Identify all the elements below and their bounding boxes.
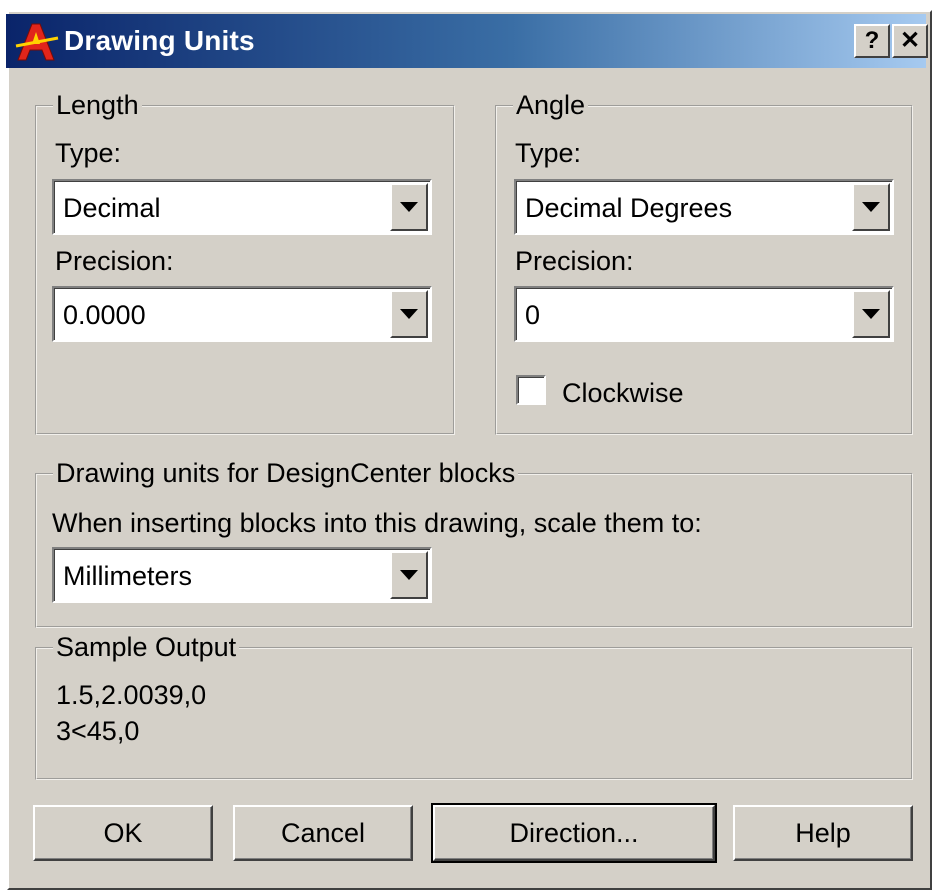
angle-precision-select[interactable]: 0 <box>514 286 894 342</box>
cancel-button[interactable]: Cancel <box>233 805 413 861</box>
length-type-dropdown-button[interactable] <box>390 183 428 231</box>
chevron-down-icon <box>862 202 880 212</box>
angle-type-select[interactable]: Decimal Degrees <box>514 179 894 235</box>
help-button[interactable]: Help <box>733 805 913 861</box>
angle-precision-value: 0 <box>525 300 541 330</box>
designcenter-units-value: Millimeters <box>63 561 193 591</box>
ok-button[interactable]: OK <box>33 805 213 861</box>
chevron-down-icon <box>400 309 418 319</box>
designcenter-group-label: Drawing units for DesignCenter blocks <box>56 458 516 488</box>
length-type-value: Decimal <box>63 193 161 223</box>
close-icon: ✕ <box>899 27 921 54</box>
angle-precision-dropdown-button[interactable] <box>852 290 890 338</box>
length-precision-value: 0.0000 <box>63 300 146 330</box>
chevron-down-icon <box>400 202 418 212</box>
clockwise-checkbox[interactable] <box>516 375 546 405</box>
designcenter-units-select[interactable]: Millimeters <box>52 547 432 603</box>
angle-type-label: Type: <box>515 138 582 168</box>
title-bar[interactable]: Drawing Units ? ✕ <box>6 14 928 68</box>
sample-output-line-1: 1.5,2.0039,0 <box>56 680 207 710</box>
designcenter-instruction: When inserting blocks into this drawing,… <box>52 508 702 538</box>
length-precision-label: Precision: <box>55 246 174 276</box>
length-group-label: Length <box>56 90 139 120</box>
angle-type-dropdown-button[interactable] <box>852 183 890 231</box>
length-type-select[interactable]: Decimal <box>52 179 432 235</box>
length-precision-select[interactable]: 0.0000 <box>52 286 432 342</box>
help-question-icon: ? <box>864 27 880 54</box>
autocad-app-icon <box>15 23 59 61</box>
angle-group-label: Angle <box>516 90 586 120</box>
clockwise-label[interactable]: Clockwise <box>562 378 684 409</box>
sample-output-line-2: 3<45,0 <box>56 716 140 746</box>
length-type-label: Type: <box>55 138 122 168</box>
title-help-button[interactable]: ? <box>854 24 890 58</box>
sample-output-label: Sample Output <box>56 632 237 662</box>
angle-type-value: Decimal Degrees <box>525 193 733 223</box>
designcenter-units-dropdown-button[interactable] <box>390 551 428 599</box>
dialog-title: Drawing Units <box>64 25 255 56</box>
length-precision-dropdown-button[interactable] <box>390 290 428 338</box>
angle-precision-label: Precision: <box>515 246 634 276</box>
title-close-button[interactable]: ✕ <box>892 24 928 58</box>
chevron-down-icon <box>862 309 880 319</box>
direction-button[interactable]: Direction... <box>431 803 717 863</box>
chevron-down-icon <box>400 570 418 580</box>
